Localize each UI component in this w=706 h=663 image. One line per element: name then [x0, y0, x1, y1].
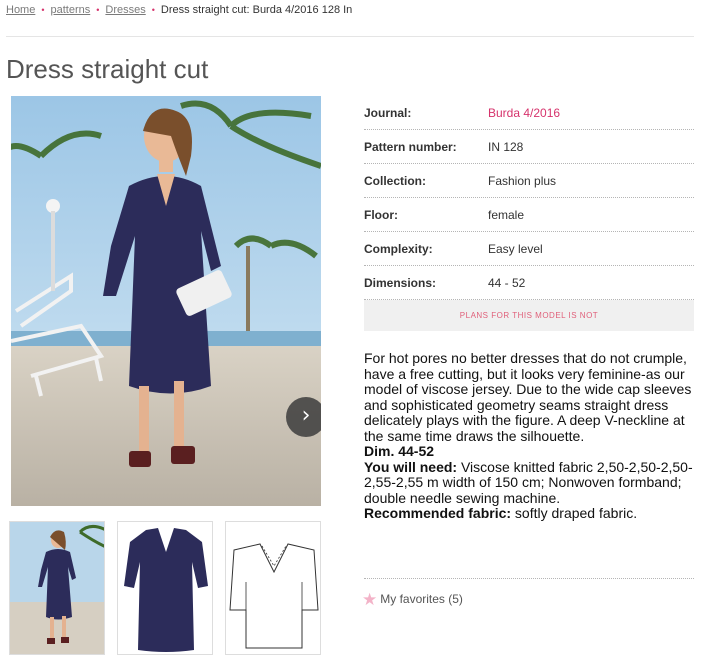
spec-value: female [488, 208, 525, 222]
divider [6, 36, 694, 37]
breadcrumb-dresses[interactable]: Dresses [105, 4, 145, 16]
spec-row-journal: Journal: Burda 4/2016 [364, 96, 694, 130]
recommended-fabric-text: softly draped fabric. [511, 505, 638, 521]
you-will-need-label: You will need: [364, 458, 458, 475]
spec-label: Journal: [364, 106, 412, 120]
thumbnail-dress[interactable] [117, 521, 213, 655]
spec-label: Dimensions: [364, 276, 437, 290]
spec-row-collection: Collection: Fashion plus [364, 164, 694, 198]
favorites-button[interactable]: ★ My favorites (5) [362, 590, 463, 610]
thumbnail-model-photo [10, 522, 104, 654]
breadcrumb-separator: • [41, 5, 45, 15]
main-product-image[interactable]: › [11, 96, 321, 506]
breadcrumb-separator: • [96, 5, 100, 15]
breadcrumb-home[interactable]: Home [6, 4, 35, 16]
plans-unavailable-notice: PLANS FOR THIS MODEL IS NOT [364, 300, 694, 331]
spec-label: Collection: [364, 174, 426, 188]
model-photo [11, 96, 321, 506]
spec-label: Complexity: [364, 242, 433, 256]
description-dimensions: Dim. 44-52 [364, 443, 435, 459]
description-intro: For hot pores no better dresses that do … [364, 350, 692, 444]
spec-row-complexity: Complexity: Easy level [364, 232, 694, 266]
spec-value: IN 128 [488, 140, 524, 154]
spec-row-pattern-number: Pattern number: IN 128 [364, 130, 694, 164]
pattern-specs: Journal: Burda 4/2016 Pattern number: IN… [364, 96, 694, 300]
breadcrumb-current: Dress straight cut: Burda 4/2016 128 In [160, 4, 353, 16]
recommended-fabric-label: Recommended fabric: [364, 505, 512, 521]
pattern-description: For hot pores no better dresses that do … [364, 350, 694, 522]
divider [364, 578, 694, 579]
thumbnail-technical-drawing [226, 522, 320, 654]
spec-value: Fashion plus [488, 174, 557, 188]
next-image-button[interactable]: › [286, 397, 321, 437]
thumbnail-photo[interactable] [9, 521, 105, 655]
breadcrumb-separator: • [151, 5, 155, 15]
thumbnail-dress-image [118, 522, 212, 654]
spec-row-dimensions: Dimensions: 44 - 52 [364, 266, 694, 300]
star-icon: ★ [362, 590, 378, 610]
spec-label: Pattern number: [364, 140, 457, 154]
journal-link[interactable]: Burda 4/2016 [488, 106, 560, 120]
chevron-right-icon: › [301, 403, 311, 428]
spec-label: Floor: [364, 208, 398, 222]
page-title: Dress straight cut [6, 54, 209, 84]
breadcrumb: Home • patterns • Dresses • Dress straight cut… [6, 4, 352, 16]
favorites-label: My favorites (5) [380, 592, 463, 606]
spec-value: Easy level [488, 242, 543, 256]
spec-value: 44 - 52 [488, 276, 526, 290]
breadcrumb-patterns[interactable]: patterns [51, 4, 91, 16]
thumbnail-sketch[interactable] [225, 521, 321, 655]
spec-row-floor: Floor: female [364, 198, 694, 232]
